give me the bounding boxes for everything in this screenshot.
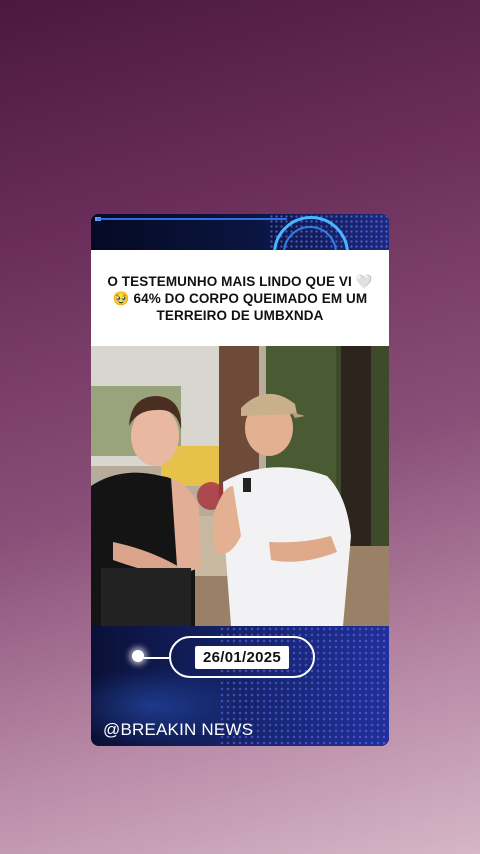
timeline-connector — [139, 657, 169, 659]
timeline-node-icon — [132, 650, 144, 662]
post-date: 26/01/2025 — [194, 645, 290, 669]
headline-box: O TESTEMUNHO MAIS LINDO QUE VI 🤍🥹 64% DO… — [91, 250, 389, 346]
top-decor-band — [91, 214, 389, 250]
headline-text: O TESTEMUNHO MAIS LINDO QUE VI 🤍🥹 64% DO… — [107, 273, 373, 323]
video-frame-icon — [91, 346, 389, 626]
bottom-decor-band: 26/01/2025 @BREAKIN NEWS — [91, 626, 389, 746]
news-card[interactable]: O TESTEMUNHO MAIS LINDO QUE VI 🤍🥹 64% DO… — [91, 214, 389, 746]
decor-line — [97, 218, 287, 220]
account-handle[interactable]: @BREAKIN NEWS — [103, 720, 253, 740]
video-frame[interactable] — [91, 346, 389, 626]
date-pill: 26/01/2025 — [169, 636, 315, 678]
